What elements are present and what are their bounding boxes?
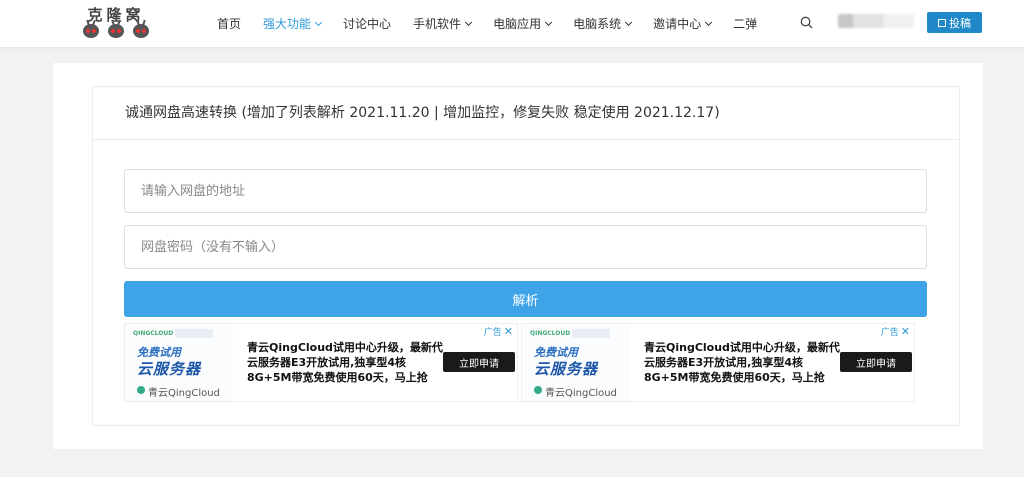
search-icon[interactable] (800, 16, 813, 29)
netdisk-url-input[interactable] (124, 169, 927, 213)
logo-face-icon (83, 24, 99, 38)
chevron-down-icon (465, 18, 473, 26)
user-avatar-blurred[interactable] (838, 14, 914, 28)
ad-logo-text: 青云QingCloud (545, 388, 617, 399)
close-icon[interactable]: ✕ (504, 325, 513, 338)
ad-logo-text: 青云QingCloud (148, 388, 220, 399)
ad-banner[interactable]: QINGCLOUD 免费试用 云服务器 青云QingCloud 青云QingCl… (124, 323, 518, 402)
nav-item-pc-systems[interactable]: 电脑系统 (573, 15, 633, 32)
ad-brand-text: QINGCLOUD (530, 330, 571, 337)
close-icon[interactable]: ✕ (901, 325, 910, 338)
chevron-down-icon (545, 18, 553, 26)
nav-item-home[interactable]: 首页 (217, 15, 241, 32)
site-header: 克隆窝 首页 强大功能 讨论中心 手机软件 电脑应用 电脑系统 邀请中心 二弹 … (0, 0, 1024, 47)
nav-item-invite[interactable]: 邀请中心 (653, 15, 713, 32)
qingcloud-logo-icon (534, 386, 542, 394)
ad-apply-button[interactable]: 立即申请 (840, 352, 912, 372)
ad-server-label: 云服务器 (534, 360, 599, 378)
logo-face-icon (108, 24, 124, 38)
site-logo[interactable]: 克隆窝 (80, 4, 152, 42)
chevron-down-icon (314, 18, 323, 26)
chevron-down-icon (625, 18, 633, 26)
ad-brand-badge (175, 329, 213, 338)
ad-image: QINGCLOUD 免费试用 云服务器 青云QingCloud (125, 324, 233, 401)
edit-icon (938, 18, 946, 27)
ad-label[interactable]: 广告 ✕ (881, 325, 910, 338)
page-title: 诚通网盘高速转换 (增加了列表解析 2021.11.20 | 增加监控，修复失败… (93, 87, 959, 140)
ad-label[interactable]: 广告 ✕ (484, 325, 513, 338)
parse-button[interactable]: 解析 (124, 281, 927, 317)
nav-item-features[interactable]: 强大功能 (263, 15, 323, 32)
qingcloud-logo-icon (137, 386, 145, 394)
main-nav: 首页 强大功能 讨论中心 手机软件 电脑应用 电脑系统 邀请中心 二弹 (217, 0, 779, 47)
ad-brand-badge (572, 329, 610, 338)
ad-banner[interactable]: QINGCLOUD 免费试用 云服务器 青云QingCloud 青云QingCl… (521, 323, 915, 402)
chevron-down-icon (705, 18, 713, 26)
logo-face-icon (133, 24, 149, 38)
ad-image: QINGCLOUD 免费试用 云服务器 青云QingCloud (522, 324, 630, 401)
ad-brand-text: QINGCLOUD (133, 330, 174, 337)
nav-item-mobile-software[interactable]: 手机软件 (413, 15, 473, 32)
ad-apply-button[interactable]: 立即申请 (443, 352, 515, 372)
post-button[interactable]: 投稿 (927, 12, 982, 33)
logo-text: 克隆窝 (87, 6, 145, 24)
netdisk-password-input[interactable] (124, 225, 927, 269)
nav-item-pc-apps[interactable]: 电脑应用 (493, 15, 553, 32)
ad-server-label: 云服务器 (137, 360, 202, 378)
ad-text: 青云QingCloud试用中心升级，最新代云服务器E3开放试用,独享型4核8G+… (644, 341, 840, 384)
nav-item-erdan[interactable]: 二弹 (733, 15, 757, 32)
ad-text: 青云QingCloud试用中心升级，最新代云服务器E3开放试用,独享型4核8G+… (247, 341, 443, 384)
nav-item-discussion[interactable]: 讨论中心 (343, 15, 391, 32)
